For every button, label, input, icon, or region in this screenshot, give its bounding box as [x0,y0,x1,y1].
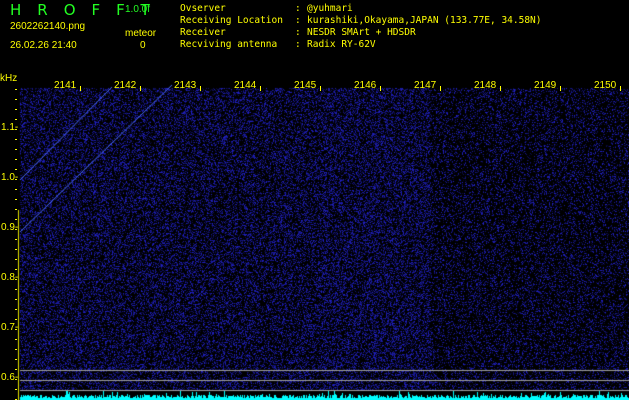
y-minor-tick [15,149,17,150]
y-tick-label: 1.0- [1,172,19,183]
y-minor-tick [15,119,17,120]
info-value: NESDR SMArt + HDSDR [307,27,416,38]
x-tick-label: 2146 [354,80,377,91]
x-tick-label: 2150 [594,80,617,91]
y-minor-tick [15,239,17,240]
meteor-count: 0 [140,40,146,51]
x-tick [80,86,81,91]
y-minor-tick [15,259,17,260]
x-tick-label: 2141 [54,80,77,91]
y-minor-tick [15,209,17,210]
y-minor-tick [15,309,17,310]
info-label: Ovserver [180,3,226,14]
version: 1.0.0f [125,4,151,15]
x-tick [560,86,561,91]
y-minor-tick [15,159,17,160]
y-minor-tick [15,349,17,350]
x-tick [500,86,501,91]
y-minor-tick [15,299,17,300]
y-minor-tick [15,179,17,180]
y-tick-label: 0.7- [1,322,19,333]
y-tick-label: 1.1- [1,122,19,133]
y-minor-tick [15,129,17,130]
y-minor-tick [15,139,17,140]
y-minor-tick [15,289,17,290]
info-colons: :::: [295,3,301,50]
x-tick [320,86,321,91]
y-tick-label: 0.6- [1,372,19,383]
x-tick [140,86,141,91]
x-tick-label: 2149 [534,80,557,91]
y-tick-label: 0.9- [1,222,19,233]
x-tick-label: 2144 [234,80,257,91]
filename: 2602262140.png [10,21,86,32]
x-tick-label: 2148 [474,80,497,91]
info-label: Recviving antenna [180,39,278,50]
x-tick [380,86,381,91]
y-minor-tick [15,359,17,360]
datetime: 26.02.26 21:40 [10,40,77,51]
y-minor-tick [15,169,17,170]
x-tick-label: 2147 [414,80,437,91]
info-value: Radix RY-62V [307,39,376,50]
y-minor-tick [15,199,17,200]
y-minor-tick [15,249,17,250]
meteor-label: meteor [125,28,157,39]
x-tick [620,86,621,91]
info-value: @yuhmari [307,3,353,14]
y-minor-tick [15,389,17,390]
y-minor-tick [15,279,17,280]
y-minor-tick [15,229,17,230]
x-tick [440,86,441,91]
y-minor-tick [15,189,17,190]
spectrogram [0,78,629,400]
y-minor-tick [15,109,17,110]
y-minor-tick [15,329,17,330]
y-minor-tick [15,219,17,220]
x-tick [260,86,261,91]
x-tick-label: 2145 [294,80,317,91]
y-tick-label: 0.8- [1,272,19,283]
y-minor-tick [15,99,17,100]
y-minor-tick [15,89,17,90]
y-minor-tick [15,369,17,370]
info-label: Receiver [180,27,226,38]
info-values: @yuhmari kurashiki,Okayama,JAPAN (133.77E… [307,3,542,51]
info-value: kurashiki,Okayama,JAPAN (133.77E, 34.58N… [307,15,542,26]
x-tick-label: 2143 [174,80,197,91]
y-minor-tick [15,339,17,340]
y-minor-tick [15,379,17,380]
y-axis-label: kHz [0,73,18,84]
x-tick [200,86,201,91]
y-minor-tick [15,269,17,270]
info-label: Receiving Location [180,15,283,26]
y-minor-tick [15,319,17,320]
info-labels: Ovserver Receiving Location Receiver Recviv… [180,3,283,51]
x-tick-label: 2142 [114,80,137,91]
